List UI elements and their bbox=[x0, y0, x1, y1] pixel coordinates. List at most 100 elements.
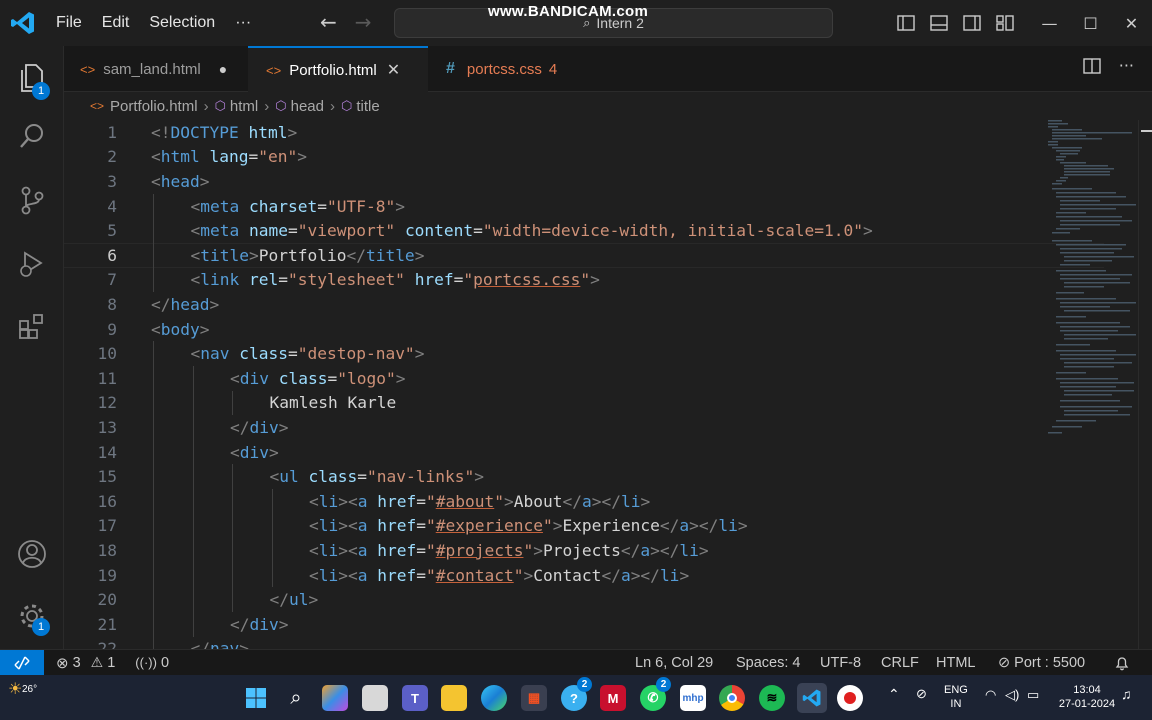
input-language[interactable]: ENG IN bbox=[944, 683, 968, 711]
code-token: < bbox=[151, 171, 161, 191]
edge-icon[interactable] bbox=[481, 685, 507, 711]
indent-guide bbox=[153, 612, 154, 637]
problems-indicator[interactable]: ⊗ 3 ⚠ 1 bbox=[56, 654, 115, 672]
mahjong-app-icon[interactable]: mhp bbox=[680, 685, 706, 711]
tab-portfolio[interactable]: <> Portfolio.html ✕ bbox=[248, 46, 428, 92]
remote-window-icon[interactable] bbox=[0, 649, 44, 676]
code-line[interactable]: 9 < body > bbox=[64, 317, 1104, 342]
code-token: > bbox=[679, 565, 690, 585]
code-line[interactable]: 1 <! DOCTYPE html > bbox=[64, 120, 1104, 145]
code-line[interactable]: 16 < li >< a href = " #about " > About </a ></li > bbox=[64, 489, 1104, 514]
code-editor[interactable]: 1 <! DOCTYPE html >2 < html lang = "en" >3 < head >… bbox=[64, 120, 1152, 649]
search-icon[interactable] bbox=[0, 108, 64, 164]
taskbar-search-icon[interactable]: ⌕ bbox=[283, 685, 309, 711]
show-hidden-icons-chevron-icon[interactable]: ⌃ bbox=[888, 687, 900, 701]
code-line[interactable]: 2 < html lang = "en" > bbox=[64, 145, 1104, 170]
code-line[interactable]: 18 < li >< a href = " #projects " > Projects </a ></… bbox=[64, 538, 1104, 563]
menu-more[interactable]: ··· bbox=[225, 14, 261, 32]
chrome-icon[interactable] bbox=[719, 685, 745, 711]
code-line[interactable]: 21 </div > bbox=[64, 612, 1104, 637]
wifi-icon[interactable]: ◠ bbox=[985, 688, 996, 702]
code-line[interactable]: 12 Kamlesh Karle bbox=[64, 391, 1104, 416]
more-actions-icon[interactable]: ··· bbox=[1119, 58, 1134, 79]
breadcrumb-file[interactable]: Portfolio.html bbox=[110, 98, 198, 115]
back-arrow-icon[interactable]: ← bbox=[320, 10, 337, 34]
code-line[interactable]: 11 < div class = "logo" > bbox=[64, 366, 1104, 391]
menu-file[interactable]: File bbox=[46, 14, 92, 32]
file-encoding[interactable]: UTF-8 bbox=[820, 655, 861, 671]
settings-gear-icon[interactable]: 1 bbox=[0, 588, 64, 644]
code-line[interactable]: 7 < link rel = "stylesheet" href = " portcss.cs… bbox=[64, 268, 1104, 293]
task-view-icon[interactable] bbox=[362, 685, 388, 711]
explorer-icon[interactable]: 1 bbox=[0, 50, 64, 106]
code-line[interactable]: 22 </nav > bbox=[64, 637, 1104, 649]
code-line[interactable]: 6 < title > Portfolio </title > bbox=[64, 243, 1104, 268]
breadcrumb-html[interactable]: html bbox=[230, 98, 258, 115]
code-line[interactable]: 17 < li >< a href = " #experience " > Experience </… bbox=[64, 514, 1104, 539]
code-line[interactable]: 4 < meta charset = "UTF-8" > bbox=[64, 194, 1104, 219]
clock[interactable]: 13:04 27-01-2024 bbox=[1056, 683, 1118, 711]
code-line[interactable]: 15 < ul class = "nav-links" > bbox=[64, 464, 1104, 489]
split-editor-icon[interactable] bbox=[1083, 58, 1101, 79]
code-line[interactable]: 14 < div > bbox=[64, 440, 1104, 465]
start-windows-icon[interactable] bbox=[243, 685, 269, 711]
code-line[interactable]: 5 < meta name = "viewport" content = "width=de… bbox=[64, 218, 1104, 243]
source-control-icon[interactable] bbox=[0, 172, 64, 228]
vertical-scrollbar[interactable] bbox=[1138, 120, 1152, 649]
breadcrumb-head[interactable]: head bbox=[291, 98, 324, 115]
breadcrumb-title[interactable]: title bbox=[356, 98, 379, 115]
help-icon[interactable]: ? 2 bbox=[561, 677, 592, 711]
toggle-secondary-sidebar-icon[interactable] bbox=[955, 15, 988, 31]
copilot-icon[interactable] bbox=[322, 685, 348, 711]
vscode-taskbar-icon[interactable] bbox=[797, 683, 827, 713]
vscode-logo-icon[interactable] bbox=[10, 10, 36, 36]
file-explorer-icon[interactable] bbox=[441, 685, 467, 711]
whatsapp-icon[interactable]: ✆ 2 bbox=[640, 677, 671, 711]
code-line[interactable]: 19 < li >< a href = " #contact " > Contact </a ></li… bbox=[64, 563, 1104, 588]
toggle-primary-sidebar-icon[interactable] bbox=[889, 15, 922, 31]
bandicam-record-icon[interactable] bbox=[837, 685, 863, 711]
tab-portcss[interactable]: # portcss.css 4 bbox=[428, 46, 578, 92]
spotify-icon[interactable]: ≋ bbox=[759, 685, 785, 711]
toggle-panel-icon[interactable] bbox=[922, 15, 955, 31]
extensions-icon[interactable] bbox=[0, 298, 64, 354]
menu-edit[interactable]: Edit bbox=[92, 14, 140, 32]
close-tab-icon[interactable]: ✕ bbox=[387, 60, 400, 80]
code-line[interactable]: 13 </div > bbox=[64, 415, 1104, 440]
live-server-port[interactable]: ⊘ Port : 5500 bbox=[998, 655, 1085, 671]
network-off-icon[interactable]: ⊘ bbox=[916, 687, 927, 701]
code-line[interactable]: 20 </ul > bbox=[64, 587, 1104, 612]
store-icon[interactable]: ▦ bbox=[521, 685, 547, 711]
volume-icon[interactable]: ◁) bbox=[1005, 688, 1019, 702]
menu-selection[interactable]: Selection bbox=[139, 14, 225, 32]
teams-icon[interactable]: T bbox=[402, 685, 428, 711]
code-token: #contact bbox=[435, 565, 514, 585]
maximize-icon[interactable]: ☐ bbox=[1070, 14, 1111, 33]
code-line[interactable]: 10 < nav class = "destop-nav" > bbox=[64, 341, 1104, 366]
code-line[interactable]: 3 < head > bbox=[64, 169, 1104, 194]
indentation[interactable]: Spaces: 4 bbox=[736, 655, 801, 671]
code-line[interactable]: 8 </head > bbox=[64, 292, 1104, 317]
html-file-icon: <> bbox=[90, 99, 105, 113]
account-icon[interactable] bbox=[0, 526, 64, 582]
mcafee-icon[interactable]: M bbox=[600, 685, 626, 711]
modified-dot-icon[interactable]: ● bbox=[219, 61, 227, 77]
notifications-bell-icon[interactable] bbox=[1114, 655, 1130, 671]
weather-widget[interactable]: ☀ 26° bbox=[8, 681, 37, 699]
code-token: = bbox=[248, 147, 259, 167]
cursor-position[interactable]: Ln 6, Col 29 bbox=[635, 655, 713, 671]
language-mode[interactable]: HTML bbox=[936, 655, 975, 671]
end-of-line[interactable]: CRLF bbox=[881, 655, 919, 671]
code-token: < bbox=[151, 147, 161, 167]
code-token: "viewport" bbox=[297, 221, 396, 241]
customize-layout-icon[interactable] bbox=[988, 15, 1021, 31]
minimize-icon[interactable]: — bbox=[1029, 14, 1070, 33]
tab-sam-land[interactable]: <> sam_land.html ● bbox=[64, 46, 248, 92]
run-debug-icon[interactable] bbox=[0, 236, 64, 292]
forward-arrow-icon[interactable]: → bbox=[355, 10, 372, 34]
ports-indicator[interactable]: ((·)) 0 bbox=[135, 655, 169, 671]
battery-icon[interactable]: ▭ bbox=[1027, 688, 1039, 702]
notification-center-icon[interactable]: ♫ bbox=[1121, 687, 1132, 701]
close-window-icon[interactable]: ✕ bbox=[1111, 14, 1152, 33]
